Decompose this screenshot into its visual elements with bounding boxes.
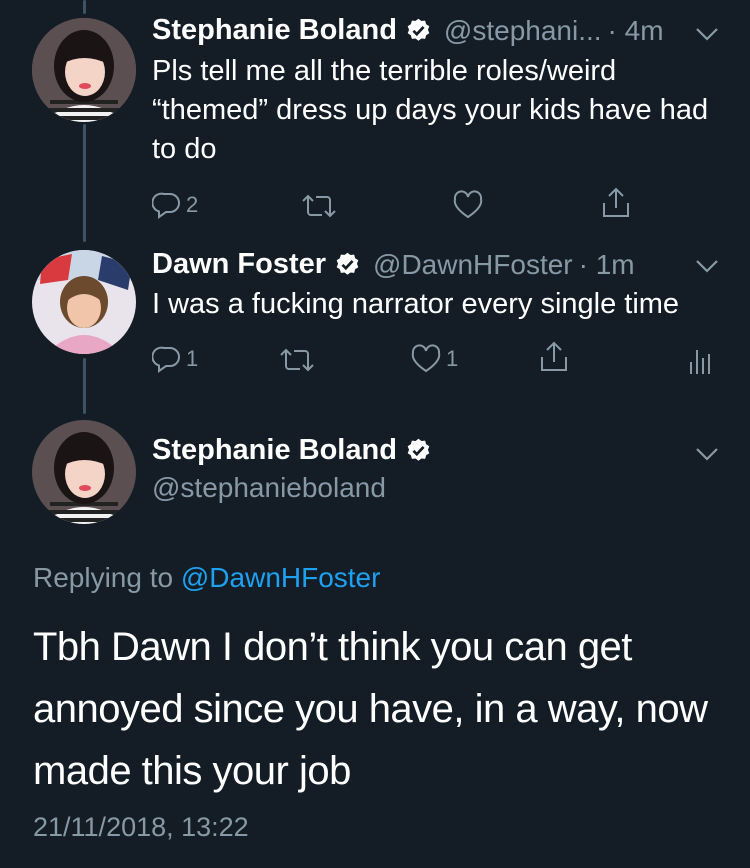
author-name[interactable]: Stephanie Boland	[152, 14, 397, 47]
reply-button[interactable]: 2	[152, 190, 198, 220]
replying-to: Replying to @DawnHFoster	[33, 562, 380, 594]
like-icon	[411, 344, 441, 373]
retweet-icon	[302, 194, 336, 218]
reply-icon	[152, 192, 180, 219]
share-button[interactable]	[600, 186, 632, 220]
share-icon	[541, 341, 567, 371]
replying-to-link[interactable]: @DawnHFoster	[181, 562, 381, 593]
tweet-text: Pls tell me all the terrible roles/weird…	[152, 55, 709, 165]
retweet-button[interactable]	[278, 346, 316, 374]
chevron-down-icon[interactable]	[694, 258, 720, 274]
tweet-time[interactable]: · 4m	[608, 15, 664, 47]
tweet-time[interactable]: · 1m	[579, 249, 635, 281]
author-handle[interactable]: @DawnHFoster	[373, 249, 573, 281]
main-tweet-timestamp[interactable]: 21/11/2018, 13:22	[33, 812, 249, 843]
analytics-button[interactable]	[688, 344, 712, 376]
retweet-icon	[280, 348, 314, 372]
avatar-stephanie-2[interactable]	[32, 420, 136, 524]
author-name[interactable]: Stephanie Boland	[152, 434, 397, 467]
reply-count: 2	[186, 192, 199, 217]
replying-prefix: Replying to	[33, 562, 174, 593]
avatar-dawn[interactable]	[32, 250, 136, 354]
chevron-down-icon[interactable]	[694, 446, 720, 462]
main-tweet-header: Stephanie Boland	[152, 434, 432, 467]
analytics-icon	[690, 350, 710, 374]
reply-button[interactable]: 1	[152, 344, 198, 374]
tweet-text: I was a fucking narrator every single ti…	[152, 288, 680, 320]
author-handle[interactable]: @stephani...	[444, 15, 602, 47]
verified-badge-icon	[407, 438, 430, 461]
like-button[interactable]	[452, 190, 484, 220]
thread-line-1	[83, 124, 86, 242]
verified-badge-icon	[407, 18, 430, 41]
chevron-down-icon[interactable]	[694, 26, 720, 42]
author-name[interactable]: Dawn Foster	[152, 248, 326, 281]
reply-icon	[152, 346, 180, 373]
like-button[interactable]: 1	[410, 344, 458, 374]
share-button[interactable]	[538, 340, 570, 374]
share-icon	[603, 187, 629, 217]
thread-line-top	[83, 0, 86, 14]
avatar-stephanie-1[interactable]	[32, 18, 136, 122]
tweet-1-header: Stephanie Boland @stephani... · 4m	[152, 14, 664, 47]
verified-badge-icon	[336, 252, 359, 275]
like-count: 1	[446, 346, 459, 371]
retweet-button[interactable]	[300, 192, 338, 220]
like-icon	[453, 190, 483, 219]
reply-count: 1	[186, 346, 199, 371]
tweet-2-header: Dawn Foster @DawnHFoster · 1m	[152, 248, 635, 281]
author-handle[interactable]: @stephanieboland	[152, 472, 386, 504]
main-tweet-text: Tbh Dawn I don’t think you can get annoy…	[33, 625, 708, 793]
thread-line-2	[83, 358, 86, 414]
